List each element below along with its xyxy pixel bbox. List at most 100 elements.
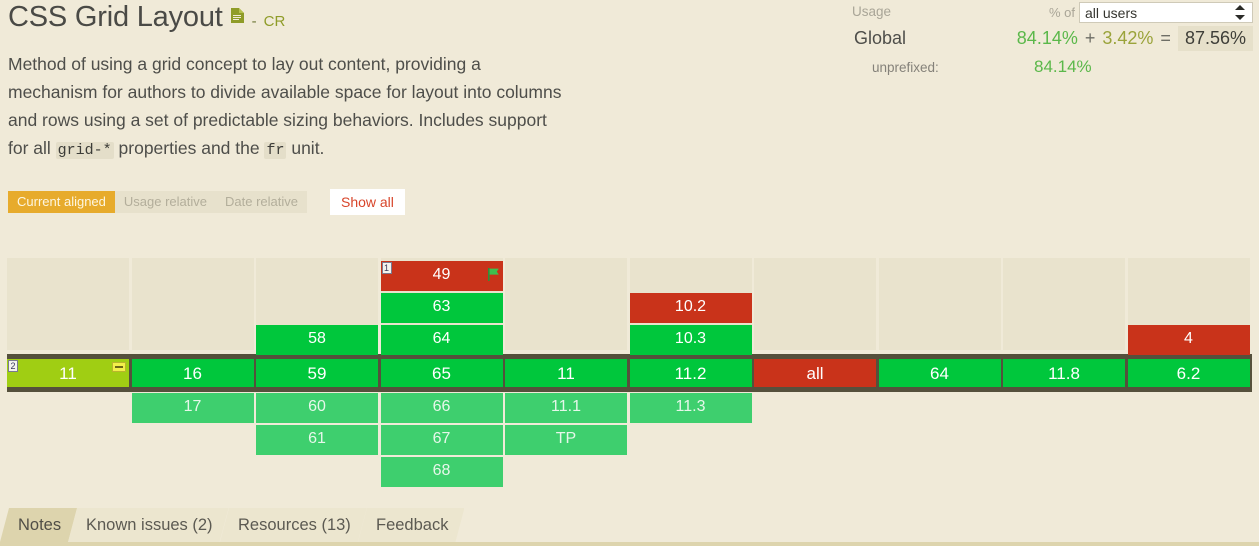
browser-column-firefox: 58 59 60 61 (256, 258, 378, 490)
show-all-button[interactable]: Show all (329, 189, 405, 215)
version-label: TP (555, 430, 577, 447)
version-cell-edge-17[interactable]: 17 (131, 393, 254, 423)
global-label: Global (854, 28, 907, 48)
version-cell-opera-10.2[interactable]: 10.2 (629, 293, 752, 323)
title-dash: - (251, 13, 257, 30)
version-cell-chrome-65[interactable]: 65 (380, 359, 503, 387)
view-mode-toolbar: Current aligned Usage relative Date rela… (8, 189, 405, 215)
tabs-baseline (0, 542, 1259, 546)
version-label: 11 (59, 364, 77, 383)
version-label: 11.8 (1048, 364, 1080, 383)
version-label: 16 (183, 364, 202, 383)
browser-column-ie-mobile: all (754, 258, 876, 490)
browser-column-opera-mobile: 11.8 (1003, 258, 1125, 490)
browser-column-android-browser: 64 (878, 258, 1001, 490)
browser-column-edge: 16 17 (131, 258, 254, 490)
tab-resources-13[interactable]: Resources (13) (220, 508, 367, 542)
version-cell-firefox-61[interactable]: 61 (256, 425, 378, 455)
version-cell-opera-11.3[interactable]: 11.3 (629, 393, 752, 423)
browser-column-ios-safari: 4 6.2 (1127, 258, 1250, 490)
unprefixed-percent: 84.14% (1034, 57, 1092, 76)
version-cell-chrome-64[interactable]: 64 (380, 325, 503, 355)
segment-current-aligned[interactable]: Current aligned (8, 191, 115, 213)
version-label: 66 (432, 398, 451, 415)
version-cell-chrome-63[interactable]: 63 (380, 293, 503, 323)
version-label: 6.2 (1176, 364, 1201, 383)
note-badge[interactable]: 1 (381, 262, 392, 274)
version-label: 11.2 (674, 364, 707, 383)
browser-column-safari: 11 11.1 TP (505, 258, 627, 490)
version-label: 10.3 (674, 330, 707, 347)
empty-cells-android-browser (878, 258, 1001, 350)
browser-column-chrome: 49 1 63 64 65 66 67 68 (380, 258, 503, 490)
version-cell-firefox-59[interactable]: 59 (256, 359, 378, 387)
version-label: 64 (930, 364, 949, 383)
version-cell-ie-11[interactable]: 11 2 (7, 359, 129, 387)
version-cell-opera-mobile-11.8[interactable]: 11.8 (1003, 359, 1125, 387)
page-title: CSS Grid Layout (8, 1, 223, 33)
description-part-2: properties and the (113, 138, 265, 158)
version-cell-firefox-60[interactable]: 60 (256, 393, 378, 423)
segment-date-relative[interactable]: Date relative (216, 191, 307, 213)
empty-cells-safari (505, 258, 627, 350)
version-cell-opera-10.3[interactable]: 10.3 (629, 325, 752, 355)
version-cell-safari-TP[interactable]: TP (505, 425, 627, 455)
version-label: 64 (432, 330, 451, 347)
percent-of-label: % of (1048, 5, 1075, 20)
unprefixed-label: unprefixed: (872, 60, 939, 75)
audience-select[interactable] (1079, 2, 1253, 23)
version-cell-safari-11.1[interactable]: 11.1 (505, 393, 627, 423)
tab-notes[interactable]: Notes (0, 508, 77, 542)
global-usage-row: Global 84.14% + 3.42% = 87.56% (838, 26, 1253, 56)
browser-column-ie: 11 2 (7, 258, 129, 490)
version-label: all (806, 364, 824, 383)
partial-percent: 3.42% (1102, 28, 1154, 48)
version-label: 63 (432, 298, 451, 315)
browser-column-opera: 10.2 10.3 11.2 11.3 (629, 258, 752, 490)
version-cell-ie-mobile-all[interactable]: all (754, 359, 876, 387)
equals-sign: = (1160, 28, 1171, 48)
version-cell-android-browser-64[interactable]: 64 (878, 359, 1001, 387)
supported-percent: 84.14% (1016, 28, 1078, 48)
flag-icon[interactable] (487, 263, 500, 291)
version-label: 17 (183, 398, 202, 415)
caniuse-feature-page: CSS Grid Layout - CR Method of using a g… (0, 0, 1259, 546)
prefix-icon[interactable] (112, 362, 126, 372)
version-cell-opera-11.2[interactable]: 11.2 (629, 359, 752, 387)
empty-cells-ie (7, 258, 129, 350)
version-cell-chrome-68[interactable]: 68 (380, 457, 503, 487)
empty-cells-opera-mobile (1003, 258, 1125, 350)
document-icon[interactable] (230, 7, 245, 29)
version-cell-ios-safari-4[interactable]: 4 (1127, 325, 1250, 355)
description-part-3: unit. (286, 138, 325, 158)
global-usage-stats: 84.14% + 3.42% = 87.56% (1017, 26, 1253, 51)
version-label: 68 (432, 462, 451, 479)
spec-status-badge[interactable]: CR (264, 13, 286, 31)
version-label: 61 (308, 430, 326, 447)
version-cell-chrome-49[interactable]: 49 1 (380, 261, 503, 291)
empty-cells-ie-mobile (754, 258, 876, 350)
total-percent: 87.56% (1177, 26, 1253, 51)
usage-panel: Usage % of Global 84.14% + 3.42% = 87.56… (838, 2, 1253, 80)
tab-known-issues-2[interactable]: Known issues (2) (68, 508, 229, 542)
tab-feedback[interactable]: Feedback (358, 508, 464, 542)
segment-usage-relative[interactable]: Usage relative (114, 191, 216, 213)
version-label: 49 (432, 266, 451, 283)
version-cell-chrome-67[interactable]: 67 (380, 425, 503, 455)
version-label: 60 (308, 398, 326, 415)
usage-label: Usage (852, 4, 892, 19)
version-label: 58 (308, 330, 326, 347)
version-cell-edge-16[interactable]: 16 (131, 359, 254, 387)
note-badge[interactable]: 2 (8, 360, 18, 372)
version-cell-ios-safari-6.2[interactable]: 6.2 (1127, 359, 1250, 387)
version-cell-chrome-66[interactable]: 66 (380, 393, 503, 423)
browser-support-grid: 11 2 16 17 58 59 60 61 49 1 63 64 65 66 67 68 11 11.1 TP 10… (7, 258, 1252, 490)
version-label: 65 (432, 364, 451, 383)
unprefixed-usage-row: unprefixed: 84.14% (838, 56, 1253, 80)
version-cell-safari-11[interactable]: 11 (505, 359, 627, 387)
description-code-fr: fr (264, 142, 287, 159)
version-label: 11.1 (551, 398, 581, 415)
version-cell-firefox-58[interactable]: 58 (256, 325, 378, 355)
bottom-tabs: Notes Known issues (2) Resources (13) Feedb… (0, 502, 1259, 546)
version-label: 4 (1184, 330, 1193, 347)
